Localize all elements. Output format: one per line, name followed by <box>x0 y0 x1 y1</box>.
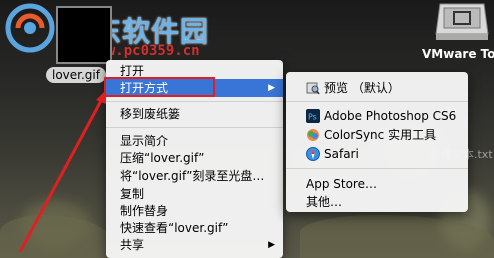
safari-icon <box>306 147 320 161</box>
menu-item-label: 打开 <box>120 64 145 78</box>
preview-icon <box>306 82 320 95</box>
menu-item-get-info[interactable]: 显示简介 <box>106 132 283 150</box>
vmware-label[interactable]: VMware Tool <box>422 47 494 61</box>
submenu-item-label: App Store… <box>306 177 377 191</box>
gif-file-icon[interactable] <box>56 6 112 64</box>
menu-item-label: 共享 <box>120 238 145 252</box>
menu-separator <box>106 127 283 128</box>
menu-item-burn-to-disc[interactable]: 将“lover.gif”刻录至光盘… <box>106 167 283 185</box>
annotation-highlight-box <box>104 77 215 97</box>
file-label[interactable]: lover.gif <box>46 67 106 83</box>
menu-item-duplicate[interactable]: 复制 <box>106 185 283 203</box>
submenu-arrow-icon: ▶ <box>268 240 275 250</box>
submenu-item-label: 其他… <box>306 195 343 209</box>
menu-item-label: 移到废纸篓 <box>120 107 181 121</box>
menu-item-label: 制作替身 <box>120 204 169 218</box>
submenu-item-photoshop[interactable]: Ps Adobe Photoshop CS6 <box>286 107 468 125</box>
colorsync-icon <box>307 129 319 141</box>
watermark-logo-icon <box>5 3 55 53</box>
submenu-arrow-icon: ▶ <box>268 83 275 93</box>
submenu-item-app-store[interactable]: App Store… <box>286 175 468 193</box>
background-plant <box>0 215 110 258</box>
submenu-item-label: Safari <box>324 147 359 161</box>
menu-separator <box>106 101 283 102</box>
menu-item-compress[interactable]: 压缩“lover.gif” <box>106 149 283 167</box>
menu-item-move-to-trash[interactable]: 移到废纸篓 <box>106 105 283 123</box>
vmware-drive-icon[interactable] <box>434 0 490 42</box>
submenu-item-colorsync[interactable]: ColorSync 实用工具 <box>286 126 468 144</box>
menu-item-label: 将“lover.gif”刻录至光盘… <box>120 169 265 183</box>
open-with-submenu: 预览 （默认） Ps Adobe Photoshop CS6 ColorSync… <box>286 72 468 212</box>
menu-item-label: 快速查看“lover.gif” <box>120 221 229 235</box>
svg-text:Ps: Ps <box>308 113 317 122</box>
menu-separator <box>286 168 468 169</box>
submenu-item-preview[interactable]: 预览 （默认） <box>286 79 468 97</box>
submenu-item-label: ColorSync 实用工具 <box>324 128 437 142</box>
menu-item-make-alias[interactable]: 制作替身 <box>106 202 283 220</box>
photoshop-icon: Ps <box>306 109 320 123</box>
submenu-item-safari[interactable]: Safari <box>286 145 468 163</box>
menu-item-label: 显示简介 <box>120 134 169 148</box>
menu-item-label: 压缩“lover.gif” <box>120 151 205 165</box>
menu-item-share[interactable]: 共享 ▶ <box>106 236 283 254</box>
menu-item-label: 复制 <box>120 187 145 201</box>
submenu-item-label: 预览 （默认） <box>324 81 400 95</box>
submenu-item-other[interactable]: 其他… <box>286 193 468 211</box>
menu-separator <box>286 101 468 102</box>
menu-item-quick-look[interactable]: 快速查看“lover.gif” <box>106 219 283 237</box>
submenu-item-label: Adobe Photoshop CS6 <box>324 109 457 123</box>
